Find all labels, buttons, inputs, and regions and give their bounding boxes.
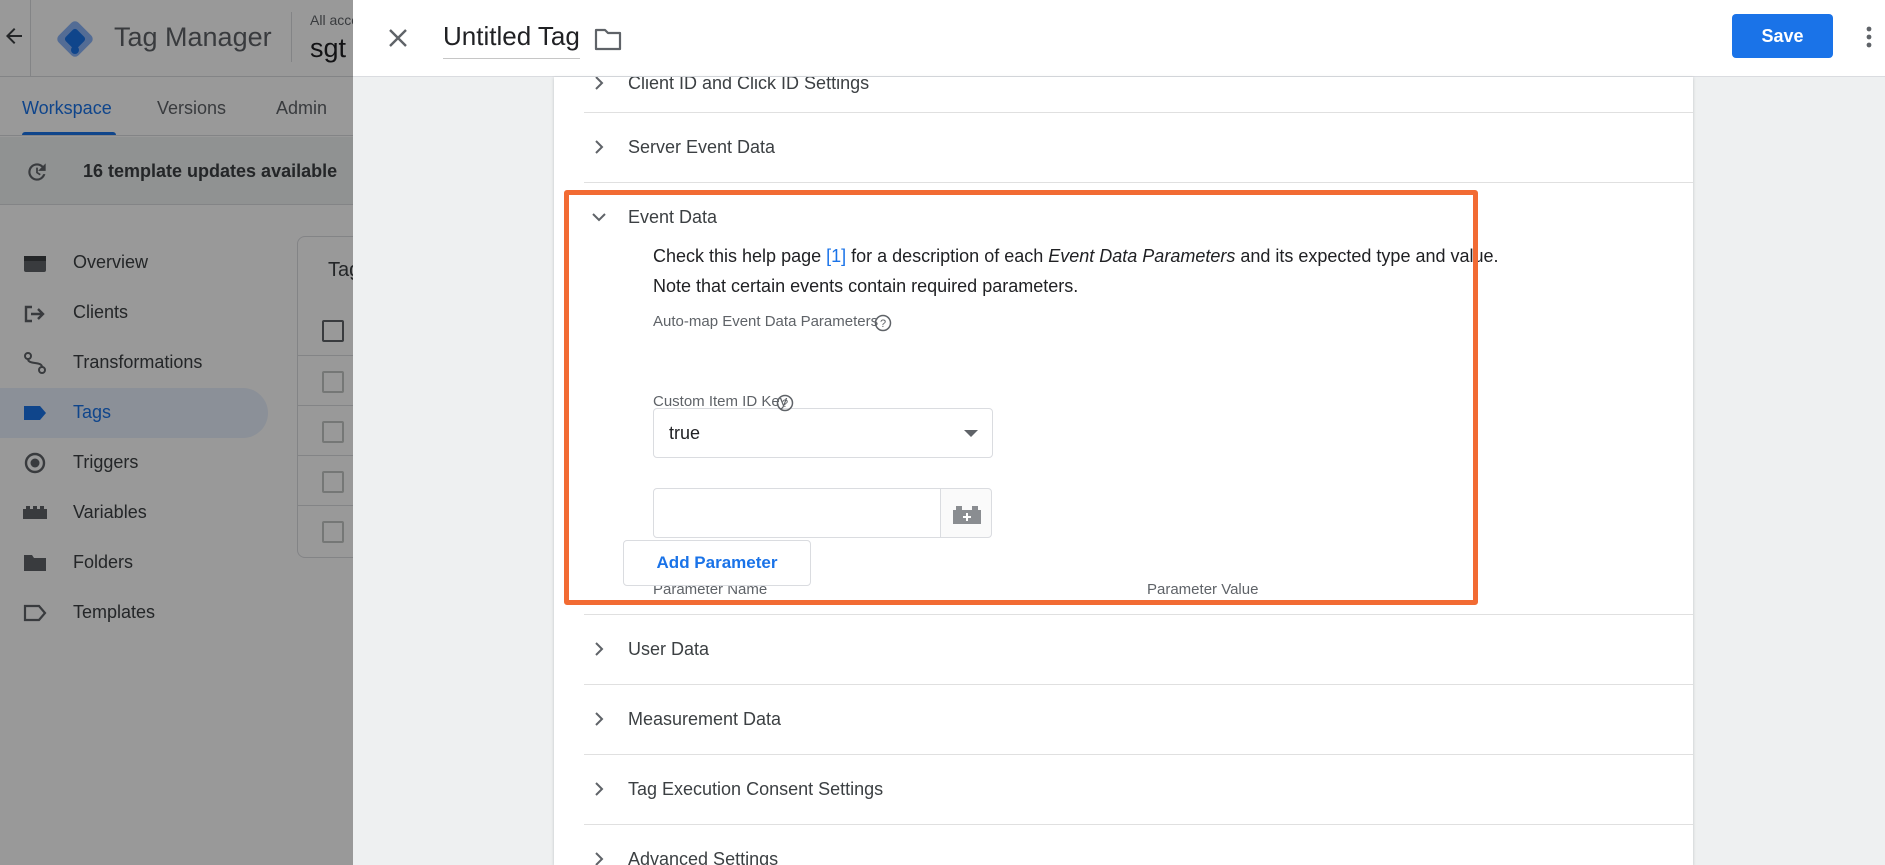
sheet-header: Untitled Tag Save <box>353 0 1885 77</box>
folder-icon[interactable] <box>593 25 623 53</box>
section-server-event-data[interactable]: Server Event Data <box>584 113 1693 183</box>
section-user-data[interactable]: User Data <box>584 615 1693 685</box>
section-consent-settings[interactable]: Tag Execution Consent Settings <box>584 755 1693 825</box>
section-label: User Data <box>628 639 710 659</box>
chevron-right-icon <box>595 852 604 865</box>
chevron-right-icon <box>595 140 604 154</box>
more-vert-icon[interactable] <box>1857 22 1881 52</box>
save-button[interactable]: Save <box>1732 14 1833 58</box>
close-icon[interactable] <box>383 23 413 53</box>
chevron-right-icon <box>595 77 604 90</box>
section-label: Client ID and Click ID Settings <box>628 77 870 93</box>
section-label: Tag Execution Consent Settings <box>628 779 884 799</box>
event-data-highlight-box <box>564 190 1478 605</box>
section-label: Advanced Settings <box>628 849 779 865</box>
chevron-right-icon <box>595 712 604 726</box>
modal-scrim[interactable] <box>0 0 353 865</box>
section-label: Server Event Data <box>628 137 776 157</box>
section-measurement-data[interactable]: Measurement Data <box>584 685 1693 755</box>
chevron-right-icon <box>595 782 604 796</box>
tag-name-field[interactable]: Untitled Tag <box>443 21 580 59</box>
section-client-id[interactable]: Client ID and Click ID Settings <box>584 77 1693 113</box>
section-advanced-settings[interactable]: Advanced Settings <box>584 825 1693 865</box>
chevron-right-icon <box>595 642 604 656</box>
section-label: Measurement Data <box>628 709 782 729</box>
